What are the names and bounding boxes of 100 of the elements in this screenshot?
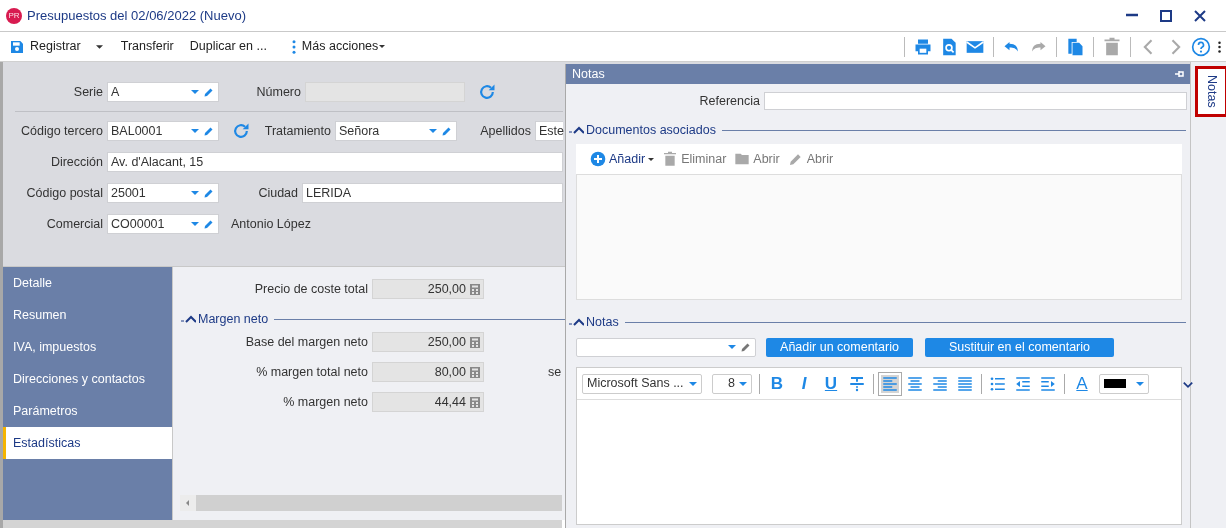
help-icon[interactable] bbox=[1191, 36, 1211, 57]
align-left-icon[interactable] bbox=[881, 374, 899, 393]
panel-title: Notas bbox=[572, 65, 605, 83]
dropdown-icon bbox=[191, 191, 199, 195]
pin-icon[interactable] bbox=[1174, 69, 1184, 79]
underline-button[interactable]: U bbox=[821, 372, 841, 395]
combo-field[interactable]: CO00001 bbox=[107, 214, 219, 234]
text-field[interactable]: Este bbox=[535, 121, 563, 141]
pencil-icon bbox=[740, 341, 752, 353]
field-label: Serie bbox=[72, 83, 104, 101]
section-title: Documentos asociados bbox=[586, 121, 716, 139]
window-title: Presupuestos del 02/06/2022 (Nuevo) bbox=[27, 6, 246, 25]
folder-icon bbox=[734, 151, 751, 167]
caret-icon bbox=[379, 45, 386, 48]
close-icon[interactable] bbox=[1194, 9, 1206, 22]
scrollbar[interactable] bbox=[180, 495, 562, 511]
collapse-icon[interactable] bbox=[569, 316, 584, 328]
field-label: Apellidos bbox=[479, 122, 532, 140]
toolbar-button[interactable]: Duplicar en ... bbox=[184, 35, 272, 58]
copy-icon[interactable] bbox=[1065, 36, 1085, 57]
sidebar-item[interactable]: Estadísticas bbox=[3, 427, 172, 459]
field-label: % margen total neto bbox=[255, 363, 369, 381]
dropdown-icon bbox=[1136, 381, 1144, 386]
combo-field[interactable]: Señora bbox=[335, 121, 457, 141]
section-title: Notas bbox=[586, 313, 619, 331]
field-label: Base del margen neto bbox=[244, 333, 369, 351]
calculator-icon bbox=[470, 366, 480, 378]
dropdown-icon bbox=[191, 90, 199, 94]
field-label: Referencia bbox=[698, 92, 761, 110]
pencil-icon bbox=[203, 187, 215, 199]
value-field: 250,00 bbox=[372, 279, 484, 299]
reference-field[interactable] bbox=[764, 92, 1187, 110]
font-color-button[interactable]: A bbox=[1072, 372, 1092, 395]
align-center-icon[interactable] bbox=[906, 374, 924, 393]
calculator-icon bbox=[470, 336, 480, 348]
sidebar-item[interactable]: Resumen bbox=[3, 299, 172, 331]
size-combo[interactable]: 8 bbox=[712, 373, 752, 394]
outdent-icon[interactable] bbox=[1014, 374, 1032, 393]
app-icon: PR bbox=[6, 7, 22, 24]
combo-field[interactable]: BAL0001 bbox=[107, 121, 219, 141]
field-label: Tratamiento bbox=[263, 122, 332, 140]
bold-button[interactable]: B bbox=[767, 372, 787, 395]
refresh-icon[interactable] bbox=[231, 121, 251, 141]
combo-field[interactable]: 25001 bbox=[107, 183, 219, 203]
agent-name: Antonio López bbox=[231, 215, 311, 233]
color-combo[interactable] bbox=[1099, 373, 1149, 394]
text-field[interactable]: Av. d'Alacant, 15 bbox=[107, 152, 563, 172]
calculator-icon bbox=[470, 283, 480, 295]
pencil-icon bbox=[441, 125, 453, 137]
dropdown-icon bbox=[739, 381, 747, 386]
scroll-left-icon[interactable] bbox=[180, 495, 196, 511]
value-field: 250,00 bbox=[372, 332, 484, 352]
field-label: se bbox=[548, 363, 562, 381]
document-action[interactable]: Añadir bbox=[590, 149, 655, 169]
strikethrough-icon[interactable] bbox=[848, 374, 866, 393]
more-icon[interactable] bbox=[1217, 38, 1222, 55]
justify-icon[interactable] bbox=[956, 374, 974, 393]
value-field: 44,44 bbox=[372, 392, 484, 412]
caret-icon bbox=[95, 44, 103, 49]
dropdown-icon bbox=[191, 222, 199, 226]
dropdown-icon bbox=[429, 129, 437, 133]
plus-icon bbox=[590, 151, 606, 167]
save-icon bbox=[9, 38, 25, 55]
combo-field[interactable]: A bbox=[107, 82, 219, 102]
sidebar-item[interactable]: Detalle bbox=[3, 267, 172, 299]
refresh-icon[interactable] bbox=[477, 82, 497, 102]
dropdown-icon bbox=[728, 345, 736, 349]
sidebar-item[interactable]: Direcciones y contactos bbox=[3, 363, 172, 395]
value-field: 80,00 bbox=[372, 362, 484, 382]
field-label: Precio de coste total bbox=[253, 280, 369, 298]
collapse-icon[interactable] bbox=[569, 124, 584, 136]
italic-button[interactable]: I bbox=[794, 372, 814, 395]
more-actions-button[interactable]: Más acciones bbox=[277, 34, 391, 59]
field-label: Código postal bbox=[25, 184, 104, 202]
indent-icon[interactable] bbox=[1039, 374, 1057, 393]
pencil-icon bbox=[203, 86, 215, 98]
dropdown-icon bbox=[191, 129, 199, 133]
align-right-icon[interactable] bbox=[931, 374, 949, 393]
maximize-icon[interactable] bbox=[1160, 9, 1172, 22]
sidebar-item[interactable]: Parámetros bbox=[3, 395, 172, 427]
side-tab[interactable]: Notas bbox=[1195, 66, 1226, 117]
comment-button[interactable]: Sustituir en el comentario bbox=[925, 337, 1114, 357]
pencil-icon bbox=[203, 125, 215, 137]
field-label: Número bbox=[255, 83, 302, 101]
font-combo[interactable]: Microsoft Sans ... bbox=[582, 373, 702, 394]
field-label: Comercial bbox=[45, 215, 104, 233]
dropdown-icon bbox=[689, 381, 697, 386]
collapse-icon[interactable] bbox=[181, 313, 196, 325]
sidebar-item[interactable]: IVA, impuestos bbox=[3, 331, 172, 363]
field-label: Dirección bbox=[49, 153, 104, 171]
field-label: Código tercero bbox=[20, 122, 104, 140]
text-field[interactable]: LERIDA bbox=[302, 183, 563, 203]
scrollbar[interactable] bbox=[3, 520, 562, 528]
field-label: Ciudad bbox=[257, 184, 299, 202]
trash-icon bbox=[662, 151, 679, 167]
register-button[interactable]: Registrar bbox=[4, 35, 108, 58]
section-title: Margen neto bbox=[198, 310, 269, 328]
toolbar-button[interactable]: Transferir bbox=[115, 35, 179, 58]
pencil-icon bbox=[203, 218, 215, 230]
comment-button[interactable]: Añadir un comentario bbox=[766, 337, 913, 357]
